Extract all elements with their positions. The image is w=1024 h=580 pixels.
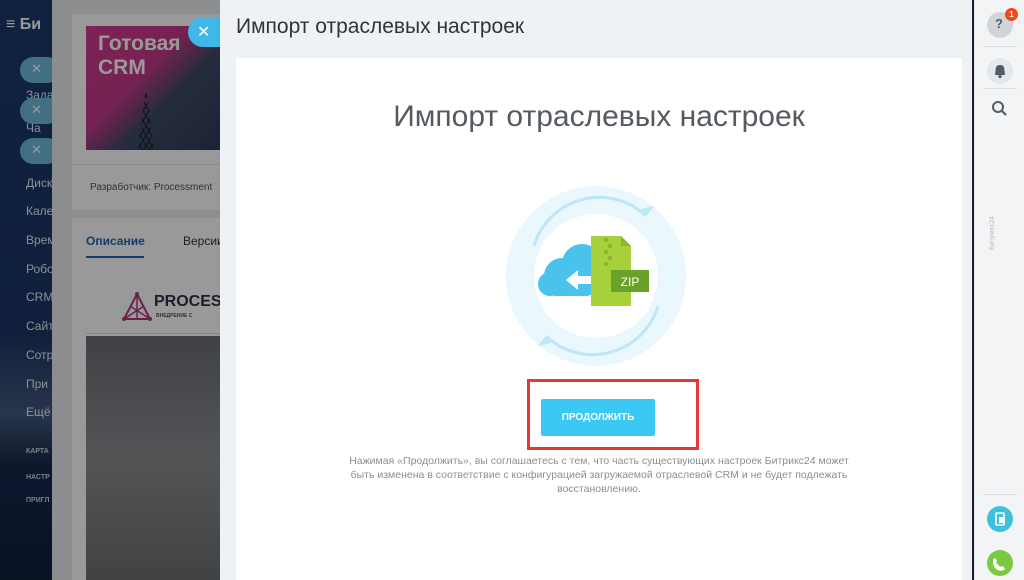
phone-call-button[interactable] xyxy=(987,550,1013,576)
phone-icon xyxy=(992,558,1005,571)
toolbar-divider xyxy=(983,46,1017,47)
toolbar-divider xyxy=(983,88,1017,89)
file-transfer-button[interactable] xyxy=(987,506,1013,532)
help-button[interactable]: ? 1 xyxy=(987,8,1018,38)
slider-title: Импорт отраслевых настроек xyxy=(236,15,525,38)
import-slider: Импорт отраслевых настроек Импорт отрасл… xyxy=(220,0,972,580)
import-heading: Импорт отраслевых настроек xyxy=(393,100,805,133)
bell-icon xyxy=(995,65,1005,79)
svg-text:ZIP: ZIP xyxy=(621,275,640,289)
close-icon: ✕ xyxy=(197,24,211,41)
search-icon xyxy=(992,101,1007,116)
question-icon: ? xyxy=(995,16,1003,31)
file-phone-icon xyxy=(995,512,1005,526)
search-button[interactable] xyxy=(987,96,1013,122)
import-disclaimer: Нажимая «Продолжить», вы соглашаетесь с … xyxy=(349,455,849,495)
notifications-button[interactable] xyxy=(987,58,1013,84)
bitrix-vertical-label: Битрикс24 xyxy=(989,216,996,250)
continue-button[interactable]: ПРОДОЛЖИТЬ xyxy=(541,399,655,436)
toolbar-divider xyxy=(983,494,1017,495)
right-toolbar: ? 1 Битрикс24 xyxy=(974,0,1024,580)
import-content-card: Импорт отраслевых настроек ZIP ПРОДОЛЖИТ… xyxy=(236,58,962,580)
slider-close-button[interactable]: ✕ xyxy=(188,17,220,47)
zip-import-illustration: ZIP xyxy=(506,186,686,366)
help-badge: 1 xyxy=(1005,8,1018,21)
